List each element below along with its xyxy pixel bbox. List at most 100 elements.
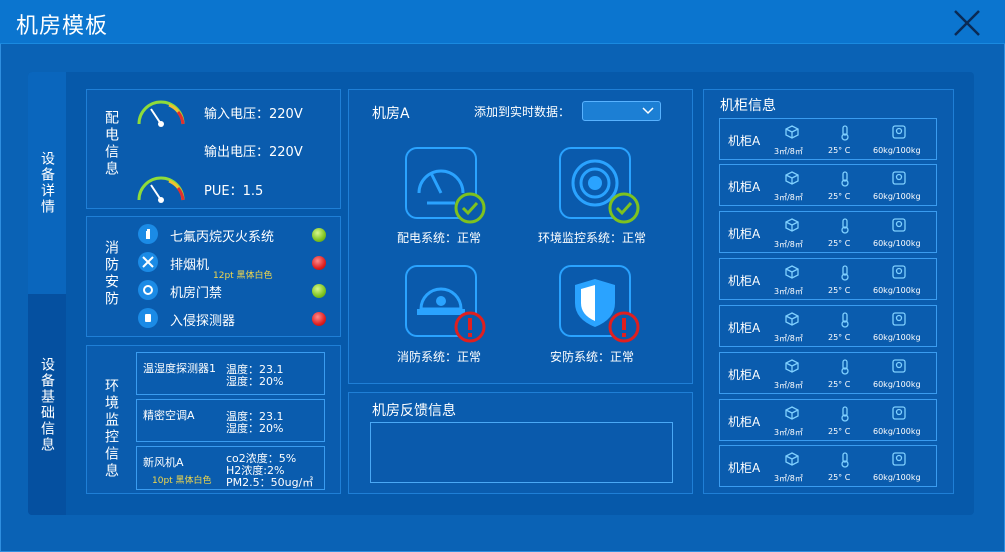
- cabinet-temperature: 25° C: [828, 427, 851, 436]
- chevron-down-icon: [642, 107, 654, 115]
- feedback-title: 机房反馈信息: [372, 403, 456, 419]
- intrusion-detector-icon: [138, 308, 158, 328]
- thermometer-icon: [841, 452, 849, 468]
- cabinet-volume: 3㎡/8㎡: [774, 240, 803, 249]
- fire-item-label: 排烟机: [170, 258, 210, 273]
- cabinet-name: 机柜A: [728, 368, 761, 382]
- cabinet-name: 机柜A: [728, 180, 761, 194]
- cabinet-weight: 60kg/100kg: [873, 380, 921, 389]
- check-circle-icon: [608, 192, 640, 224]
- cabinet-row[interactable]: 机柜A 3㎡/8㎡ 25° C 60kg/100kg: [719, 258, 937, 300]
- scale-icon: [892, 406, 906, 420]
- realtime-select[interactable]: [582, 101, 661, 121]
- cube-icon: [785, 452, 799, 466]
- cube-icon: [785, 359, 799, 373]
- close-icon[interactable]: [951, 8, 983, 38]
- cube-icon: [785, 312, 799, 326]
- cabinet-name: 机柜A: [728, 461, 761, 475]
- pue-value: PUE：1.5: [204, 184, 264, 199]
- status-indicator-red: [312, 256, 326, 270]
- title-bar: 机房模板: [0, 0, 1005, 44]
- cabinet-temperature: 25° C: [828, 333, 851, 342]
- cabinet-weight: 60kg/100kg: [873, 146, 921, 155]
- cabinet-row[interactable]: 机柜A 3㎡/8㎡ 25° C 60kg/100kg: [719, 118, 937, 160]
- system-status-label: 环境监控系统：正常: [538, 231, 647, 245]
- cabinet-volume: 3㎡/8㎡: [774, 287, 803, 296]
- cabinet-temperature: 25° C: [828, 286, 851, 295]
- scale-icon: [892, 452, 906, 466]
- feedback-textarea[interactable]: [370, 422, 673, 483]
- input-voltage: 输入电压：220V: [204, 107, 303, 122]
- cabinet-weight: 60kg/100kg: [873, 192, 921, 201]
- fire-item-label: 入侵探测器: [170, 314, 236, 329]
- cabinet-row[interactable]: 机柜A 3㎡/8㎡ 25° C 60kg/100kg: [719, 164, 937, 206]
- thermometer-icon: [841, 359, 849, 375]
- fire-item-label: 机房门禁: [170, 286, 223, 301]
- cabinet-row[interactable]: 机柜A 3㎡/8㎡ 25° C 60kg/100kg: [719, 399, 937, 441]
- cabinet-weight: 60kg/100kg: [873, 473, 921, 482]
- cabinet-temperature: 25° C: [828, 380, 851, 389]
- cabinet-temperature: 25° C: [828, 146, 851, 155]
- cabinet-row[interactable]: 机柜A 3㎡/8㎡ 25° C 60kg/100kg: [719, 445, 937, 487]
- scale-icon: [892, 171, 906, 185]
- cabinet-name: 机柜A: [728, 227, 761, 241]
- cabinet-temperature: 25° C: [828, 192, 851, 201]
- cabinet-row[interactable]: 机柜A 3㎡/8㎡ 25° C 60kg/100kg: [719, 352, 937, 394]
- cabinet-weight: 60kg/100kg: [873, 239, 921, 248]
- cube-icon: [785, 406, 799, 420]
- env-device-name: 温湿度探测器1: [143, 362, 216, 375]
- cube-icon: [785, 218, 799, 232]
- thermometer-icon: [841, 406, 849, 422]
- status-indicator-green: [312, 284, 326, 298]
- font-annotation: 12pt 黑体白色: [213, 271, 273, 281]
- cube-icon: [785, 171, 799, 185]
- tab-device-basic-info[interactable]: 设备基础信息: [28, 294, 66, 515]
- system-status-label: 配电系统：正常: [397, 231, 482, 245]
- env-reading: 湿度：20%: [226, 375, 284, 388]
- cube-icon: [785, 125, 799, 139]
- tab-device-details[interactable]: 设备详情: [28, 72, 66, 294]
- env-reading: 湿度：20%: [226, 422, 284, 435]
- room-title: 机房A: [372, 106, 410, 122]
- fire-label: 消防安防: [103, 240, 119, 308]
- thermometer-icon: [841, 312, 849, 328]
- scale-icon: [892, 359, 906, 373]
- cabinet-name: 机柜A: [728, 134, 761, 148]
- cabinet-row[interactable]: 机柜A 3㎡/8㎡ 25° C 60kg/100kg: [719, 211, 937, 253]
- cabinet-weight: 60kg/100kg: [873, 333, 921, 342]
- cabinet-temperature: 25° C: [828, 473, 851, 482]
- thermometer-icon: [841, 171, 849, 187]
- add-realtime-label: 添加到实时数据：: [474, 105, 571, 119]
- env-label: 环境监控信息: [103, 378, 119, 480]
- scale-icon: [892, 218, 906, 232]
- door-access-icon: [138, 280, 158, 300]
- cube-icon: [785, 265, 799, 279]
- thermometer-icon: [841, 265, 849, 281]
- cabinet-volume: 3㎡/8㎡: [774, 428, 803, 437]
- check-circle-icon: [454, 192, 486, 224]
- env-device-name: 新风机A: [143, 456, 184, 469]
- output-voltage: 输出电压：220V: [204, 145, 303, 160]
- scale-icon: [892, 125, 906, 139]
- env-reading: PM2.5：50ug/㎥: [226, 476, 314, 489]
- cabinet-volume: 3㎡/8㎡: [774, 474, 803, 483]
- cabinet-volume: 3㎡/8㎡: [774, 147, 803, 156]
- thermometer-icon: [841, 125, 849, 141]
- cabinet-name: 机柜A: [728, 321, 761, 335]
- scale-icon: [892, 265, 906, 279]
- system-status-label: 安防系统：正常: [550, 350, 635, 364]
- cabinet-weight: 60kg/100kg: [873, 286, 921, 295]
- system-status-label: 消防系统：正常: [397, 350, 482, 364]
- cabinet-weight: 60kg/100kg: [873, 427, 921, 436]
- cabinet-row[interactable]: 机柜A 3㎡/8㎡ 25° C 60kg/100kg: [719, 305, 937, 347]
- cabinet-volume: 3㎡/8㎡: [774, 381, 803, 390]
- thermometer-icon: [841, 218, 849, 234]
- alert-circle-icon: [454, 311, 486, 343]
- extinguisher-icon: [138, 224, 158, 244]
- alert-circle-icon: [608, 311, 640, 343]
- fire-item-label: 七氟丙烷灭火系统: [170, 230, 275, 245]
- cabinet-temperature: 25° C: [828, 239, 851, 248]
- cabinet-volume: 3㎡/8㎡: [774, 193, 803, 202]
- gauge-icon: [137, 100, 185, 127]
- env-device-name: 精密空调A: [143, 409, 195, 422]
